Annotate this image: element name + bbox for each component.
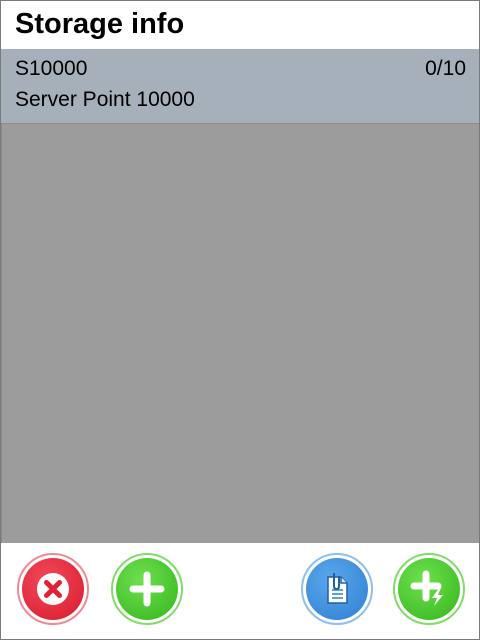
storage-code: S10000 [15, 57, 88, 80]
storage-items-list[interactable] [1, 124, 479, 543]
close-icon [37, 573, 69, 605]
plus-icon [129, 571, 165, 607]
storage-count: 0/10 [425, 57, 466, 80]
quick-add-button[interactable] [393, 553, 465, 625]
add-button[interactable] [111, 553, 183, 625]
page-title: Storage info [15, 8, 185, 40]
document-clip-icon [327, 573, 348, 604]
cancel-button[interactable] [17, 553, 89, 625]
storage-info-screen: Storage info S10000 0/10 Server Point 10… [0, 0, 480, 640]
bottom-toolbar [1, 543, 479, 639]
storage-name: Server Point 10000 [15, 88, 195, 111]
document-button[interactable] [301, 553, 373, 625]
plus-lightning-icon [410, 570, 443, 606]
title-bar: Storage info [1, 1, 479, 49]
storage-summary-row[interactable]: S10000 0/10 Server Point 10000 [1, 49, 479, 124]
